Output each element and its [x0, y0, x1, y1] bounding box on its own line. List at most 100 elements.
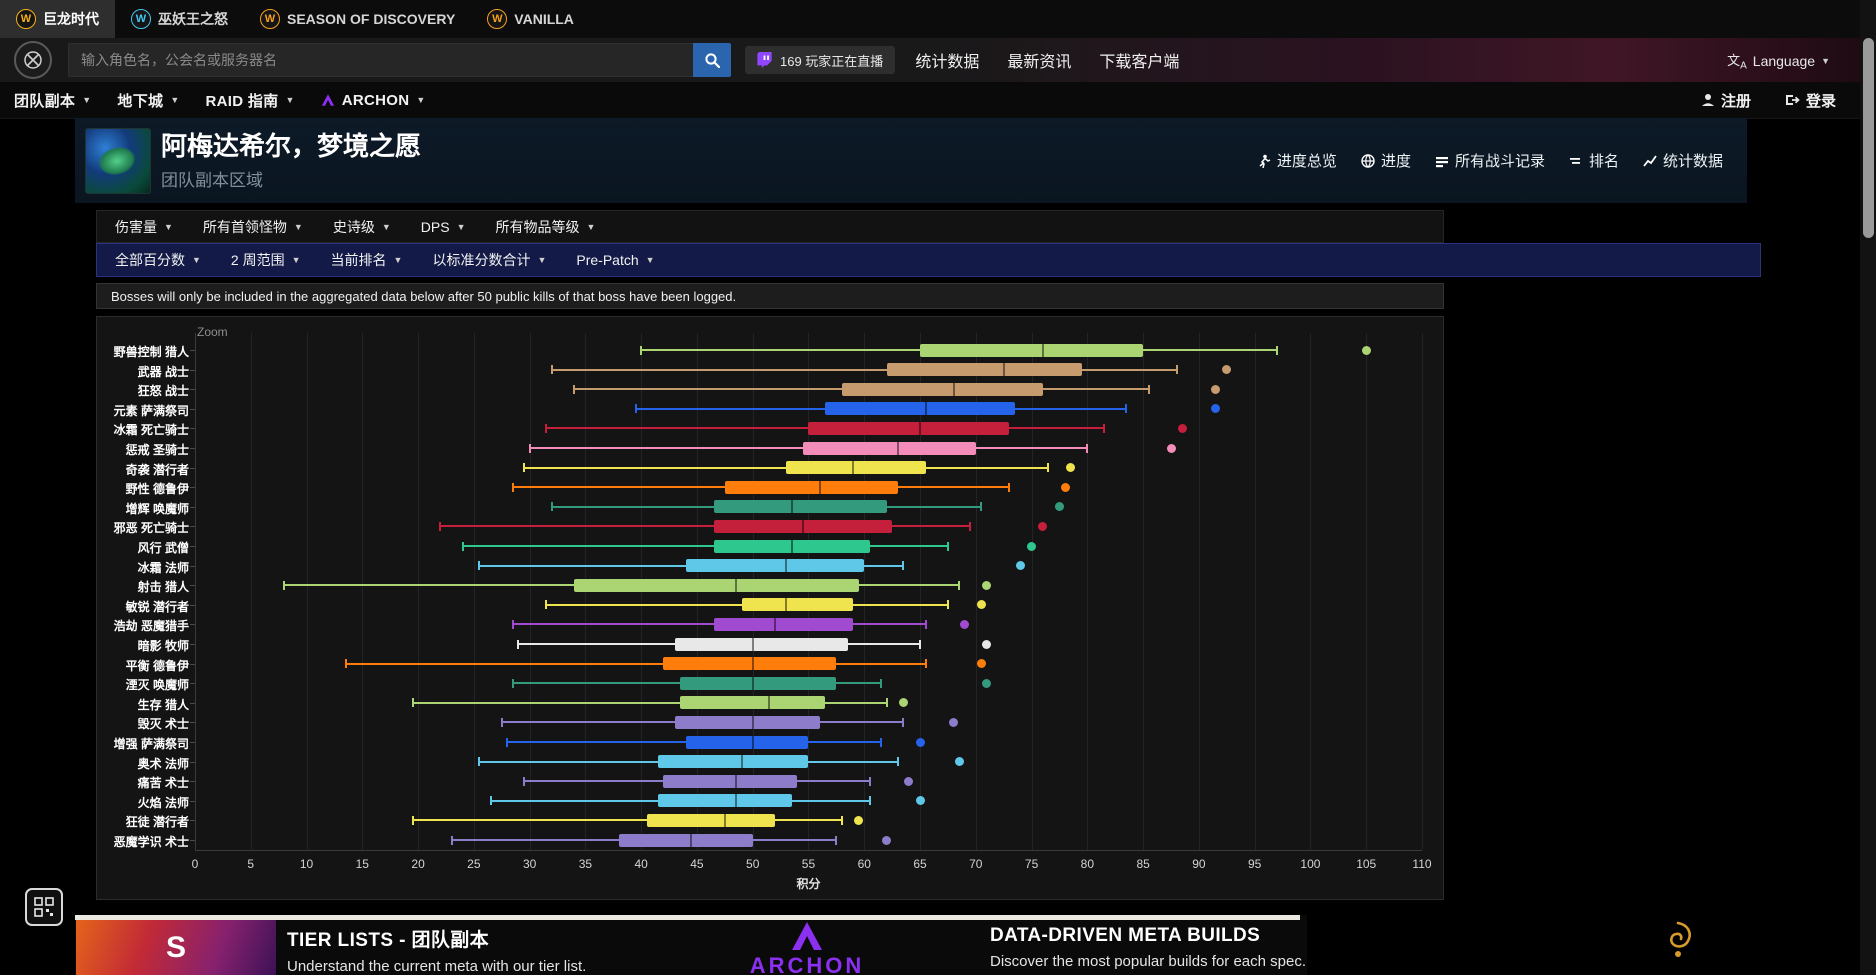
nav-item[interactable]: RAID 指南▼ — [206, 90, 295, 111]
register-button[interactable]: 注册 — [1701, 90, 1751, 111]
boxplot-box[interactable] — [658, 755, 809, 768]
page-scrollbar[interactable] — [1860, 0, 1876, 975]
boxplot-box[interactable] — [658, 794, 792, 807]
header-menu-item[interactable]: 统计数据 — [915, 48, 979, 72]
outlier-dot[interactable] — [1027, 542, 1036, 551]
boxplot-box[interactable] — [725, 481, 898, 494]
game-version-label: 巫妖王之怒 — [158, 9, 228, 29]
outlier-dot[interactable] — [916, 738, 925, 747]
game-version-tab[interactable]: W巨龙时代 — [0, 0, 115, 38]
search-input[interactable] — [68, 43, 693, 77]
boxplot-box[interactable] — [663, 775, 797, 788]
outlier-dot[interactable] — [982, 581, 991, 590]
boxplot-box[interactable] — [675, 716, 820, 729]
outlier-dot[interactable] — [960, 620, 969, 629]
boxplot-box[interactable] — [647, 814, 775, 827]
filter-dropdown[interactable]: 所有首领怪物▼ — [203, 217, 303, 237]
y-axis-tick — [190, 703, 195, 704]
boxplot-box[interactable] — [686, 559, 864, 572]
boxplot-box[interactable] — [663, 657, 836, 670]
hero-link-所有战斗记录[interactable]: 所有战斗记录 — [1435, 150, 1545, 171]
twitch-live-badge[interactable]: 169 玩家正在直播 — [745, 46, 895, 74]
boxplot-box[interactable] — [714, 618, 853, 631]
boxplot-box[interactable] — [574, 579, 858, 592]
header-menu-item[interactable]: 最新资讯 — [1007, 48, 1071, 72]
hero-link-进度总览[interactable]: 进度总览 — [1257, 150, 1337, 171]
boxplot-box[interactable] — [808, 422, 1009, 435]
median-line — [774, 618, 776, 631]
outlier-dot[interactable] — [916, 796, 925, 805]
promo-banner[interactable]: S TIER LISTS - 团队副本 Understand the curre… — [75, 915, 1747, 975]
outlier-dot[interactable] — [1211, 385, 1220, 394]
outlier-dot[interactable] — [1055, 502, 1064, 511]
outlier-dot[interactable] — [1038, 522, 1047, 531]
outlier-dot[interactable] — [904, 777, 913, 786]
site-logo[interactable] — [14, 41, 52, 79]
login-button[interactable]: 登录 — [1785, 90, 1836, 111]
filter-dropdown[interactable]: 全部百分数▼ — [115, 250, 201, 270]
boxplot-box[interactable] — [619, 834, 753, 847]
outlier-dot[interactable] — [1061, 483, 1070, 492]
nav-item[interactable]: 地下城▼ — [117, 90, 179, 111]
nav-item[interactable]: 团队副本▼ — [14, 90, 91, 111]
boxplot-box[interactable] — [742, 598, 854, 611]
scrollbar-thumb[interactable] — [1863, 38, 1874, 238]
boxplot-box[interactable] — [675, 638, 848, 651]
widget-toggle-button[interactable] — [25, 888, 63, 926]
language-selector[interactable]: 文A Language ▼ — [1727, 50, 1830, 72]
hero-link-排名[interactable]: 排名 — [1569, 150, 1619, 171]
game-version-tab[interactable]: W巫妖王之怒 — [115, 0, 244, 38]
whisker-cap — [925, 620, 927, 629]
outlier-dot[interactable] — [882, 836, 891, 845]
game-version-tab[interactable]: WVANILLA — [471, 0, 590, 38]
boxplot-box[interactable] — [686, 736, 809, 749]
outlier-dot[interactable] — [1016, 561, 1025, 570]
filter-dropdown[interactable]: 所有物品等级▼ — [495, 217, 595, 237]
filter-dropdown[interactable]: 史诗级▼ — [333, 217, 391, 237]
outlier-dot[interactable] — [1211, 404, 1220, 413]
outlier-dot[interactable] — [982, 640, 991, 649]
whisker-cap — [947, 600, 949, 609]
boxplot-box[interactable] — [803, 442, 976, 455]
boxplot-box[interactable] — [825, 402, 1015, 415]
median-line — [735, 579, 737, 592]
search-button[interactable] — [693, 43, 731, 77]
boxplot-box[interactable] — [887, 363, 1082, 376]
boxplot-box[interactable] — [680, 677, 836, 690]
hero-link-统计数据[interactable]: 统计数据 — [1643, 150, 1723, 171]
chart-gridline — [1310, 333, 1311, 850]
outlier-dot[interactable] — [955, 757, 964, 766]
outlier-dot[interactable] — [977, 600, 986, 609]
outlier-dot[interactable] — [977, 659, 986, 668]
outlier-dot[interactable] — [854, 816, 863, 825]
header-menu-item[interactable]: 下载客户端 — [1099, 48, 1179, 72]
boxplot-box[interactable] — [920, 344, 1143, 357]
hero-link-进度[interactable]: 进度 — [1361, 150, 1411, 171]
filter-dropdown[interactable]: DPS▼ — [421, 219, 466, 235]
boxplot-box[interactable] — [786, 461, 925, 474]
y-axis-tick — [190, 448, 195, 449]
outlier-dot[interactable] — [1178, 424, 1187, 433]
boxplot-box[interactable] — [714, 500, 887, 513]
boxplot-box[interactable] — [680, 696, 825, 709]
filter-dropdown[interactable]: Pre-Patch▼ — [576, 252, 654, 268]
filter-dropdown-label: 全部百分数 — [115, 250, 185, 270]
outlier-dot[interactable] — [1066, 463, 1075, 472]
outlier-dot[interactable] — [899, 698, 908, 707]
stats-icon — [1643, 154, 1657, 168]
nav-item[interactable]: ARCHON▼ — [321, 92, 426, 109]
filter-dropdown[interactable]: 伤害量▼ — [115, 217, 173, 237]
search-icon — [704, 52, 721, 69]
filter-dropdown[interactable]: 以标准分数合计▼ — [432, 250, 546, 270]
outlier-dot[interactable] — [1362, 346, 1371, 355]
game-version-tab[interactable]: WSEASON OF DISCOVERY — [244, 0, 471, 38]
boxplot-box[interactable] — [842, 383, 1043, 396]
outlier-dot[interactable] — [1222, 365, 1231, 374]
live-count-label: 169 玩家正在直播 — [780, 51, 883, 70]
outlier-dot[interactable] — [949, 718, 958, 727]
outlier-dot[interactable] — [982, 679, 991, 688]
filter-dropdown[interactable]: 2 周范围▼ — [231, 250, 301, 270]
filter-dropdown-label: 伤害量 — [115, 217, 157, 237]
outlier-dot[interactable] — [1167, 444, 1176, 453]
filter-dropdown[interactable]: 当前排名▼ — [331, 250, 403, 270]
